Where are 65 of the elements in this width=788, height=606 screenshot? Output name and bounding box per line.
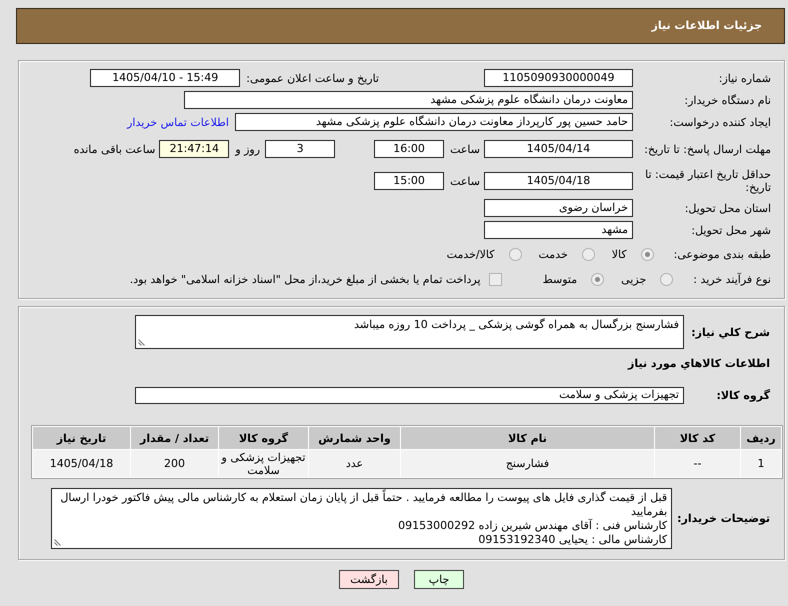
table-cell: فشارسنج	[401, 450, 654, 477]
field-label: حداقل تاریخ اعتبار قیمت: تا تاریخ:	[644, 168, 771, 194]
field-label: مهلت ارسال پاسخ: تا تاریخ:	[644, 142, 771, 156]
goods-group-field[interactable]: تجهیزات پزشکی و سلامت	[135, 386, 684, 404]
table-header-cell: واحد شمارش	[309, 427, 400, 449]
table-cell: --	[655, 450, 740, 477]
days-label: روز و	[235, 142, 260, 156]
field-label: طبقه بندی موضوعی:	[674, 248, 771, 260]
field-label: شرح کلي نياز:	[691, 326, 770, 338]
field-label: نام دستگاه خریدار:	[684, 94, 771, 106]
organization-field[interactable]: معاونت درمان دانشگاه علوم پزشکی مشهد	[184, 91, 633, 109]
field-label: شماره نیاز:	[718, 72, 771, 84]
section-heading: اطلاعات کالاهاي مورد نياز	[628, 356, 770, 370]
time-field[interactable]: 16:00	[374, 140, 444, 158]
page-title: جزئیات اطلاعات نیاز	[652, 19, 762, 32]
field-label: استان محل تحویل:	[684, 202, 771, 214]
need-number-field[interactable]: 1105090930000049	[484, 69, 633, 87]
radio-label: جزیی	[621, 272, 646, 286]
print-button[interactable]: چاپ	[414, 570, 464, 589]
table-cell: 1	[741, 450, 781, 477]
time-left-label: ساعت باقی مانده	[74, 142, 156, 156]
radio-label: متوسط	[542, 272, 578, 286]
buyer-notes-field[interactable]: قبل از قیمت گذاری فایل های پیوست را مطالعه فرمایید . حتماً قبل از پایان زمان استعلام به کارشناس مالی پیش فاکتور خودرا ارسال بفرمایید کارشناس فنی : آقای مهندس شیرین زاده 09153000292 کارشناس مالی : یحیایی 09153192340	[51, 488, 672, 549]
radio-button[interactable]	[640, 248, 654, 260]
table-header-cell: تاریخ نیاز	[33, 427, 130, 449]
field-label: تاریخ و ساعت اعلان عمومی:	[246, 72, 379, 84]
contact-info-link[interactable]: اطلاعات تماس خریدار	[127, 116, 229, 128]
back-button[interactable]: بازگشت	[339, 570, 399, 589]
checkbox-label: پرداخت تمام یا بخشی از مبلغ خرید،از محل "اسناد خزانه اسلامی" خواهد بود.	[130, 272, 481, 286]
time-field[interactable]: 15:00	[374, 172, 444, 190]
date-field[interactable]: 1405/04/14	[484, 140, 633, 158]
days-field[interactable]: 3	[265, 140, 336, 158]
table-cell: عدد	[309, 450, 400, 477]
radio-button[interactable]	[508, 248, 522, 260]
field-label: ایجاد کننده درخواست:	[670, 116, 771, 128]
radio-label: خدمت	[538, 248, 568, 260]
field-label: شهر محل تحویل:	[691, 224, 771, 236]
resize-grip-icon[interactable]	[138, 339, 145, 346]
radio-button[interactable]	[582, 248, 595, 260]
field-label: گروه کالا:	[716, 388, 770, 402]
radio-label: کالا	[612, 248, 627, 260]
checkbox[interactable]	[488, 272, 502, 286]
radio-label: کالا/خدمت	[446, 248, 494, 260]
table-cell: 1405/04/18	[33, 450, 130, 477]
location-field[interactable]: مشهد	[484, 221, 633, 239]
requester-field[interactable]: حامد حسین پور کارپرداز معاونت درمان دانشگاه علوم پزشکی مشهد	[235, 113, 633, 131]
table-cell: 200	[131, 450, 218, 477]
time-label: ساعت	[450, 174, 480, 188]
table-header-cell: تعداد / مقدار	[131, 427, 218, 449]
table-cell: تجهیزات پزشکی و سلامت	[219, 450, 308, 477]
time-label: ساعت	[450, 142, 480, 156]
date-field[interactable]: 1405/04/18	[484, 172, 633, 190]
time-left-field[interactable]: 21:47:14	[159, 140, 230, 158]
table-header-cell: کد کالا	[655, 427, 740, 449]
description-field[interactable]: فشارسنج بزرگسال به همراه گوشی پزشکی _ پرداخت 10 روزه میباشد	[135, 315, 684, 349]
resize-grip-icon[interactable]	[54, 539, 62, 546]
announce-date-field[interactable]: 1405/04/10 - 15:49	[90, 69, 240, 87]
table-header-cell: ردیف	[741, 427, 781, 449]
table-header-cell: نام کالا	[401, 427, 654, 449]
location-field[interactable]: خراسان رضوی	[484, 199, 633, 217]
radio-button[interactable]	[591, 272, 604, 286]
field-label: توضیحات خریدار:	[677, 512, 770, 525]
table-header-cell: گروه کالا	[219, 427, 308, 449]
field-label: نوع فرآیند خرید :	[693, 272, 771, 286]
radio-button[interactable]	[660, 272, 674, 286]
